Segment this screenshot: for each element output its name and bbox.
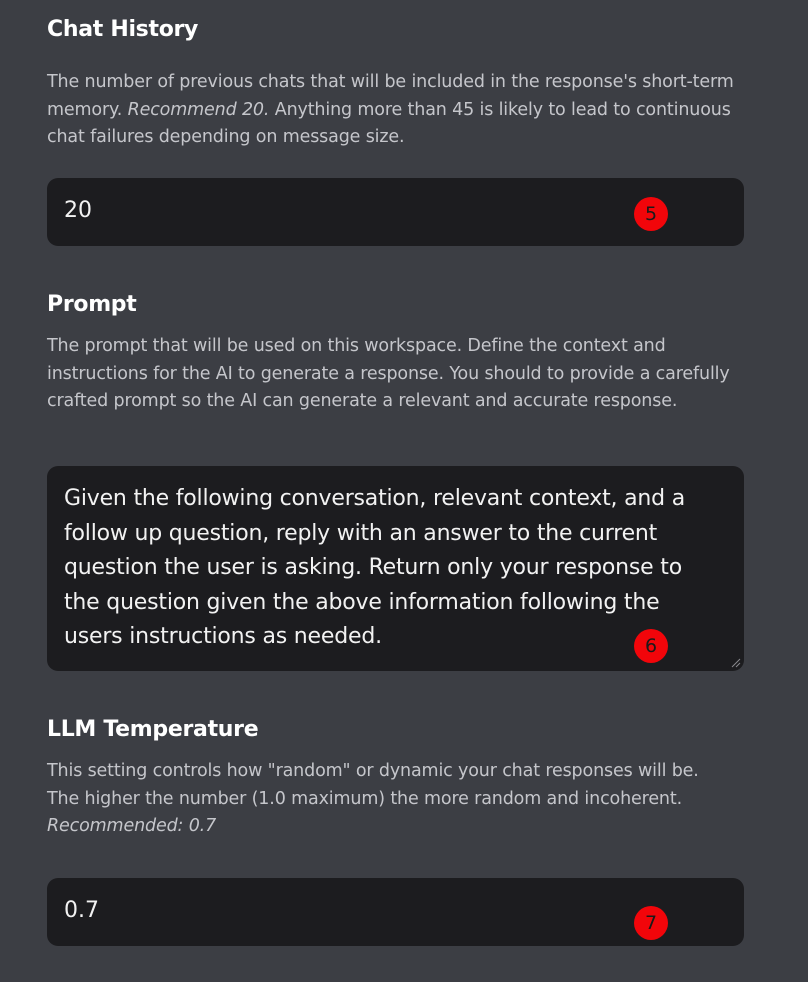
resize-handle-icon[interactable] — [731, 658, 741, 668]
annotation-badge-5: 5 — [634, 197, 668, 231]
prompt-title: Prompt — [47, 292, 137, 317]
chat-history-title: Chat History — [47, 17, 199, 42]
annotation-badge-7: 7 — [634, 906, 668, 940]
prompt-description: The prompt that will be used on this wor… — [47, 336, 730, 411]
llm-temperature-desc-line1: This setting controls how "random" or dy… — [47, 761, 699, 781]
chat-history-section: Chat History The number of previous chat… — [47, 15, 744, 152]
llm-temperature-value: 0.7 — [64, 898, 99, 923]
chat-history-input[interactable]: 20 5 — [47, 178, 744, 246]
prompt-value: Given the following conversation, releva… — [64, 486, 685, 649]
chat-history-value: 20 — [64, 198, 92, 223]
prompt-section: Prompt The prompt that will be used on t… — [47, 290, 744, 416]
llm-temperature-input[interactable]: 0.7 7 — [47, 878, 744, 946]
prompt-textarea[interactable]: Given the following conversation, releva… — [47, 466, 744, 671]
llm-temperature-section: LLM Temperature This setting controls ho… — [47, 715, 744, 841]
llm-temperature-desc-recommended: Recommended: 0.7 — [47, 816, 217, 836]
chat-history-desc-emphasis: Recommend 20. — [127, 99, 270, 120]
llm-temperature-description: This setting controls how "random" or dy… — [47, 758, 747, 841]
llm-temperature-title: LLM Temperature — [47, 717, 259, 742]
llm-temperature-desc-line2: The higher the number (1.0 maximum) the … — [47, 788, 682, 809]
chat-history-description: The number of previous chats that will b… — [47, 69, 747, 152]
annotation-badge-6: 6 — [634, 629, 668, 663]
